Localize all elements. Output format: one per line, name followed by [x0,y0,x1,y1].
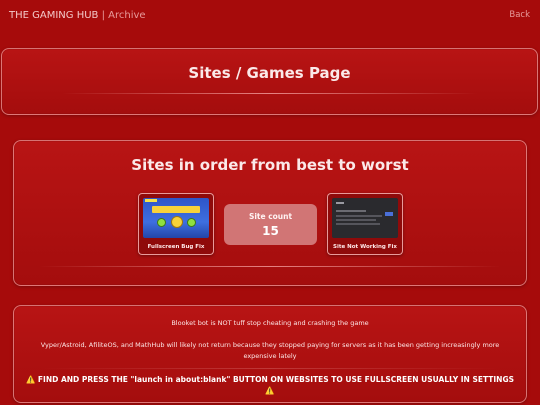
notice-divider [39,368,501,369]
card-label: Site Not Working Fix [333,244,397,250]
character-icon [187,218,196,227]
brand[interactable]: THE GAMING HUB | Archive [9,10,146,21]
page-title: Sites / Games Page [188,64,351,82]
thumbnail-line [336,202,344,204]
notice-fullscreen-warning: ⚠️ FIND AND PRESS THE "launch in about:b… [25,375,514,395]
site-count-value: 15 [262,224,279,238]
sites-heading: Sites in order from best to worst [131,156,409,174]
top-bar: THE GAMING HUB | Archive Back [0,0,540,30]
thumbnail-tag [145,199,157,202]
thumbnail-line [336,210,366,212]
game-logo-banner [152,206,200,213]
notice-servers: Vyper/Astroid, AfiliteOS, and MathHub wi… [40,341,500,360]
card-site-not-working-fix[interactable]: Site Not Working Fix [327,193,403,255]
brand-separator: | [101,9,105,21]
thumbnail-line [336,223,380,225]
card-fullscreen-bug-fix[interactable]: Fullscreen Bug Fix [138,193,214,255]
geometry-dash-thumbnail [143,198,209,238]
settings-screenshot-thumbnail [332,198,398,238]
thumbnail-line [336,219,376,221]
back-link[interactable]: Back [509,10,530,20]
thumbnail-button [385,212,393,216]
notice-panel: Blooket bot is NOT tuff stop cheating an… [13,305,527,403]
character-icon [157,218,166,227]
brand-name: THE GAMING HUB [9,9,99,21]
card-label: Fullscreen Bug Fix [147,244,205,250]
sites-panel: Sites in order from best to worst Fullsc… [13,140,527,286]
character-icon [171,216,183,228]
notice-blooket: Blooket bot is NOT tuff stop cheating an… [171,319,369,327]
title-divider [62,93,477,94]
site-count-label: Site count [248,212,293,221]
brand-section: Archive [108,9,146,21]
thumbnail-line [336,215,382,217]
sites-divider [39,266,501,267]
title-panel: Sites / Games Page [1,48,538,115]
site-count-box: Site count 15 [224,204,317,245]
